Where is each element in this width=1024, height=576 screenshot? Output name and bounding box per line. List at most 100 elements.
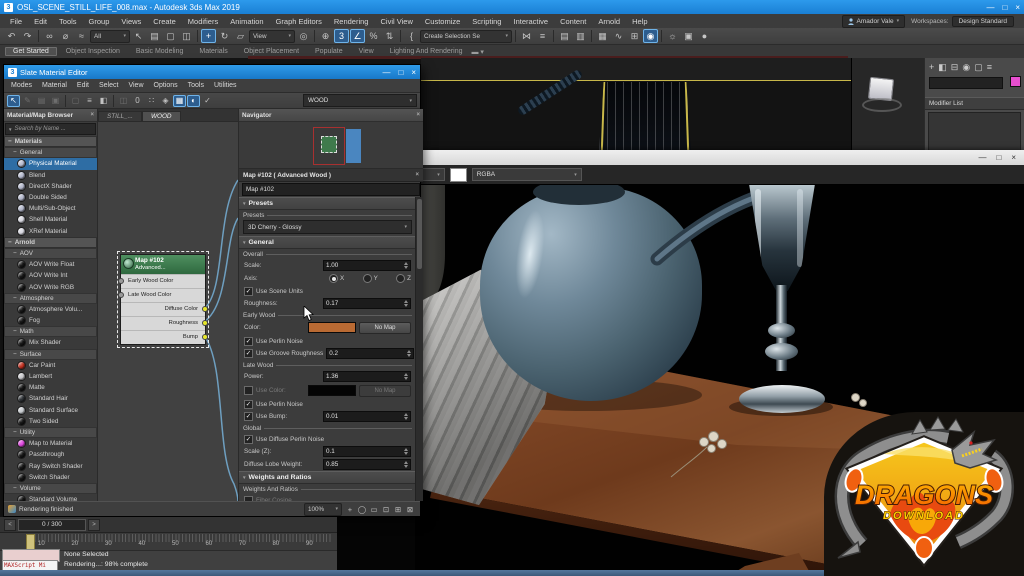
rendered-frame-window-icon[interactable]: ▣ (681, 29, 696, 43)
render-production-icon[interactable]: ● (697, 29, 712, 43)
input-socket[interactable] (118, 278, 124, 284)
material-item-directx-shader[interactable]: DirectX Shader (4, 181, 97, 192)
output-socket[interactable] (202, 334, 208, 340)
maximize-icon[interactable]: □ (1002, 3, 1007, 12)
move-children-icon[interactable]: ≡ (83, 95, 96, 107)
ribbon-tab-object-placement[interactable]: Object Placement (237, 48, 306, 55)
align-icon[interactable]: ≡ (535, 29, 550, 43)
radio-icon[interactable] (396, 274, 405, 283)
material-item-fog[interactable]: Fog (4, 315, 97, 326)
material-item-standard-surface[interactable]: Standard Surface (4, 405, 97, 416)
material-item-standard-volume[interactable]: Standard Volume (4, 494, 97, 501)
map-name-field[interactable]: Map #102 (242, 183, 420, 196)
angle-snap-icon[interactable]: ∠ (350, 29, 365, 43)
value-field[interactable]: 0.2 (326, 348, 414, 359)
rollout-presets[interactable]: ▾Presets (239, 197, 416, 210)
checkbox[interactable]: ✓ (244, 435, 253, 444)
material-item-map-to-material[interactable]: Map to Material (4, 438, 97, 449)
material-item-aov-write-rgb[interactable]: AOV Write RGB (4, 281, 97, 292)
render-display-dropdown[interactable]: RGBA ▾ (472, 168, 582, 181)
material-group-aov[interactable]: −AOV (4, 248, 97, 259)
current-frame-field[interactable]: 0 / 300 (18, 519, 86, 531)
tab-wood[interactable]: WOOD (142, 111, 181, 121)
hierarchy-tab-icon[interactable]: ⊟ (951, 62, 959, 73)
material-item-shell-material[interactable]: Shell Material (4, 214, 97, 225)
display-tab-icon[interactable]: ▢ (974, 62, 983, 73)
spinner-arrows-icon[interactable] (404, 448, 408, 455)
checkbox[interactable] (244, 386, 253, 395)
minimize-icon[interactable]: — (986, 3, 994, 12)
select-by-name-icon[interactable]: ▤ (147, 29, 162, 43)
spinner-arrows-icon[interactable] (404, 461, 408, 468)
next-frame-button[interactable]: > (88, 519, 100, 531)
value-field[interactable]: 1.36 (323, 371, 411, 382)
material-group-math[interactable]: −Math (4, 326, 97, 337)
modifier-list-dropdown[interactable]: Modifier List (925, 97, 1024, 110)
modifier-stack[interactable] (928, 112, 1021, 154)
pick-material-from-object-icon[interactable]: ✎ (21, 95, 34, 107)
rollout-general[interactable]: ▾General (239, 236, 416, 249)
delete-selected-icon[interactable]: ▢ (69, 95, 82, 107)
spinner-arrows-icon[interactable] (404, 300, 408, 307)
select-and-manipulate-icon[interactable]: ⊕ (318, 29, 333, 43)
parameters-scrollbar[interactable] (415, 197, 423, 501)
show-end-result-icon[interactable]: ◐ (187, 95, 200, 107)
material-group-materials[interactable]: −Materials (4, 136, 97, 147)
radio-icon[interactable] (363, 274, 372, 283)
node-input-early-wood-color[interactable]: Early Wood Color (121, 274, 205, 288)
checkbox[interactable] (244, 496, 253, 502)
navigator-header[interactable]: Navigator × (239, 109, 423, 122)
menu-rendering[interactable]: Rendering (328, 16, 375, 27)
navigator-canvas[interactable] (239, 122, 423, 169)
checkbox[interactable]: ✓ (244, 287, 253, 296)
ribbon-tab-lighting-and-rendering[interactable]: Lighting And Rendering (383, 48, 470, 55)
menu-scripting[interactable]: Scripting (466, 16, 507, 27)
menu-file[interactable]: File (4, 16, 28, 27)
menu-animation[interactable]: Animation (224, 16, 269, 27)
node-output-bump[interactable]: Bump (121, 330, 205, 344)
material-id-channel-icon[interactable]: ▦ (173, 95, 186, 107)
ribbon-toggle-icon[interactable]: ▦ (595, 29, 610, 43)
checkbox[interactable]: ✓ (244, 400, 253, 409)
material-item-standard-hair[interactable]: Standard Hair (4, 393, 97, 404)
navigator-close-icon[interactable]: × (416, 112, 420, 118)
editor-menu-utilities[interactable]: Utilities (209, 82, 242, 89)
material-item-double-sided[interactable]: Double Sided (4, 192, 97, 203)
select-and-scale-icon[interactable]: ▱ (233, 29, 248, 43)
zoom-selected-icon[interactable]: ⊞ (392, 505, 404, 514)
editor-titlebar[interactable]: 3 Slate Material Editor — □ × (4, 65, 420, 79)
menu-group[interactable]: Group (83, 16, 116, 27)
render-minimize-icon[interactable]: — (978, 153, 986, 162)
named-selection-sets-icon[interactable]: { (404, 29, 419, 43)
editor-menu-material[interactable]: Material (37, 82, 72, 89)
menu-edit[interactable]: Edit (28, 16, 53, 27)
zoom-extents-selected-icon[interactable]: ⊠ (404, 505, 416, 514)
previous-frame-button[interactable]: < (4, 519, 16, 531)
select-and-link-icon[interactable]: ∞ (42, 29, 57, 43)
select-and-rotate-icon[interactable]: ↻ (217, 29, 232, 43)
render-close-icon[interactable]: × (1011, 153, 1016, 162)
material-item-multi-sub-object[interactable]: Multi/Sub-Object (4, 203, 97, 214)
selection-filter-dropdown[interactable]: All▾ (90, 30, 130, 43)
material-group-utility[interactable]: −Utility (4, 427, 97, 438)
material-item-atmosphere-volu-[interactable]: Atmosphere Volu... (4, 304, 97, 315)
menu-civil-view[interactable]: Civil View (374, 16, 418, 27)
color-swatch[interactable] (308, 322, 356, 333)
rectangular-selection-icon[interactable]: ▢ (163, 29, 178, 43)
search-input[interactable]: ▼ Search by Name ... (5, 123, 96, 135)
material-group-surface[interactable]: −Surface (4, 349, 97, 360)
hide-unused-slots-icon[interactable]: ◧ (97, 95, 110, 107)
reference-coordinate-dropdown[interactable]: View▾ (249, 30, 295, 43)
zoom-level-dropdown[interactable]: 100% ▾ (304, 503, 342, 516)
select-tool-icon[interactable]: ↖ (7, 95, 20, 107)
select-object-icon[interactable]: ↖ (131, 29, 146, 43)
node-output-diffuse-color[interactable]: Diffuse Color (121, 302, 205, 316)
ribbon-tab-populate[interactable]: Populate (308, 48, 350, 55)
percent-snap-icon[interactable]: % (366, 29, 381, 43)
node-header[interactable]: Map #102 Advanced... (121, 255, 205, 274)
mirror-icon[interactable]: ⋈ (519, 29, 534, 43)
layer-explorer-icon[interactable]: ▥ (573, 29, 588, 43)
user-account-menu[interactable]: Amador Vale ▾ (842, 15, 906, 28)
output-socket[interactable] (202, 320, 208, 326)
material-item-blend[interactable]: Blend (4, 170, 97, 181)
